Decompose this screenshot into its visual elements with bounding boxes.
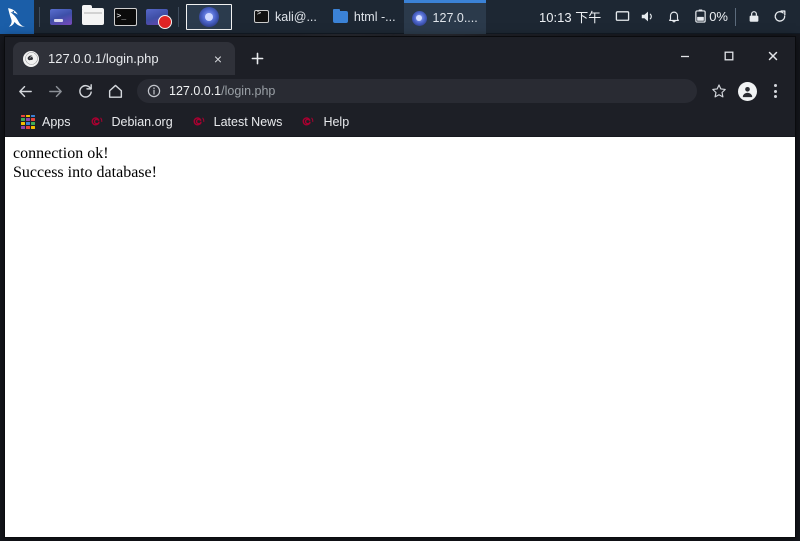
app-launcher-files[interactable] xyxy=(79,3,107,31)
browser-tab[interactable]: 127.0.0.1/login.php × xyxy=(13,42,235,75)
debian-swirl-icon xyxy=(192,114,207,129)
page-text-line-2: Success into database! xyxy=(13,163,157,181)
window-controls xyxy=(663,37,795,75)
taskbar-item-label: html -... xyxy=(353,9,396,24)
page-text-line-1: connection ok! xyxy=(13,145,109,162)
app-launcher-recorder[interactable] xyxy=(143,3,172,31)
taskbar-window-list: kali@... html -... 127.0.... xyxy=(246,0,531,34)
panel-left-group xyxy=(0,0,234,34)
address-bar-path: /login.php xyxy=(221,84,276,98)
new-tab-button[interactable] xyxy=(243,44,271,72)
folder-icon xyxy=(332,8,348,23)
close-window-button[interactable] xyxy=(751,37,795,75)
browser-tab-strip: 127.0.0.1/login.php × xyxy=(5,37,795,75)
taskbar-item-terminal[interactable]: kali@... xyxy=(246,0,325,34)
terminal-icon xyxy=(254,9,269,23)
panel-divider xyxy=(178,6,179,27)
debian-swirl-icon xyxy=(301,114,316,129)
desktop-top-panel: kali@... html -... 127.0.... 10:13 下午 xyxy=(0,0,800,34)
bookmark-apps[interactable]: Apps xyxy=(13,110,79,134)
battery-percent-label: 0% xyxy=(709,9,728,24)
page-content: connection ok! Success into database! xyxy=(5,137,795,537)
bookmark-label: Apps xyxy=(42,114,71,129)
app-launcher-chromium[interactable] xyxy=(186,3,232,30)
chromium-icon xyxy=(411,10,427,26)
system-tray: 10:13 下午 0% xyxy=(531,0,800,33)
chromium-icon xyxy=(199,6,219,27)
star-bookmark-icon[interactable] xyxy=(705,77,733,105)
browser-tab-title: 127.0.0.1/login.php xyxy=(48,51,159,66)
taskbar-item-label: 127.0.... xyxy=(432,11,478,25)
window-app-icon xyxy=(50,8,72,25)
globe-swirl-favicon xyxy=(23,50,39,67)
folder-icon xyxy=(82,5,104,25)
chromium-browser-window: 127.0.0.1/login.php × 127.0.0.1/login.ph… xyxy=(4,36,796,538)
minimize-window-button[interactable] xyxy=(663,37,707,75)
app-launcher-terminal[interactable] xyxy=(111,3,139,31)
display-icon[interactable] xyxy=(609,0,635,34)
back-arrow-icon[interactable] xyxy=(11,77,39,105)
address-bar-host: 127.0.0.1 xyxy=(169,84,222,98)
bookmarks-bar: Apps Debian.org Latest News Help xyxy=(5,107,795,137)
bookmark-label: Debian.org xyxy=(111,114,173,129)
close-tab-icon[interactable]: × xyxy=(209,50,227,68)
app-launcher-window[interactable] xyxy=(47,3,75,31)
panel-clock[interactable]: 10:13 下午 xyxy=(531,7,609,26)
debian-swirl-icon xyxy=(90,114,105,129)
taskbar-item-label: kali@... xyxy=(275,9,317,24)
power-logout-icon[interactable] xyxy=(767,0,793,34)
terminal-icon xyxy=(113,7,137,26)
toolbar-right-group xyxy=(705,77,789,105)
panel-divider xyxy=(39,6,40,27)
reload-icon[interactable] xyxy=(71,77,99,105)
maximize-window-button[interactable] xyxy=(707,37,751,75)
home-icon[interactable] xyxy=(101,77,129,105)
lock-icon[interactable] xyxy=(741,0,767,34)
bookmark-label: Help xyxy=(323,114,350,129)
bookmark-latest-news[interactable]: Latest News xyxy=(184,110,291,134)
taskbar-item-files[interactable]: html -... xyxy=(325,0,404,34)
screen-recorder-icon xyxy=(146,8,172,29)
taskbar-item-chromium[interactable]: 127.0.... xyxy=(403,0,486,34)
bookmark-help[interactable]: Help xyxy=(293,110,357,134)
bookmark-label: Latest News xyxy=(213,114,283,129)
address-bar-url: 127.0.0.1/login.php xyxy=(169,84,275,98)
tray-divider xyxy=(735,7,736,26)
address-bar[interactable]: 127.0.0.1/login.php xyxy=(137,79,697,103)
profile-avatar-icon[interactable] xyxy=(733,77,761,105)
kali-dragon-icon[interactable] xyxy=(0,0,34,34)
three-dot-menu-icon[interactable] xyxy=(761,77,789,105)
forward-arrow-icon[interactable] xyxy=(41,77,69,105)
browser-toolbar: 127.0.0.1/login.php xyxy=(5,75,795,107)
avatar xyxy=(737,81,757,101)
bell-icon[interactable] xyxy=(661,0,687,34)
apps-grid-icon xyxy=(21,114,35,129)
volume-icon[interactable] xyxy=(635,0,661,34)
bookmark-debian-org[interactable]: Debian.org xyxy=(82,110,181,134)
info-circle-icon[interactable] xyxy=(147,84,161,98)
